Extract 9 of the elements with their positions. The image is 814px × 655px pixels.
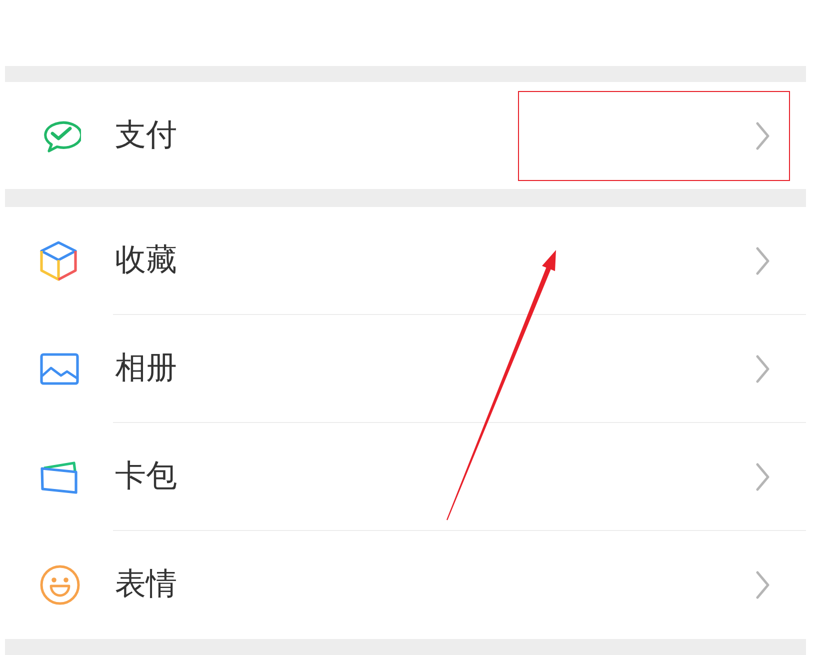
cube-icon	[40, 241, 77, 281]
smiley-face-icon	[40, 565, 80, 605]
chevron-right-icon	[756, 354, 770, 382]
card-wallet-icon	[40, 460, 78, 494]
chevron-right-icon	[756, 571, 770, 599]
chevron-right-icon	[756, 462, 770, 490]
chevron-right-icon	[756, 122, 770, 150]
picture-icon	[40, 353, 79, 385]
chevron-right-icon	[756, 246, 770, 274]
